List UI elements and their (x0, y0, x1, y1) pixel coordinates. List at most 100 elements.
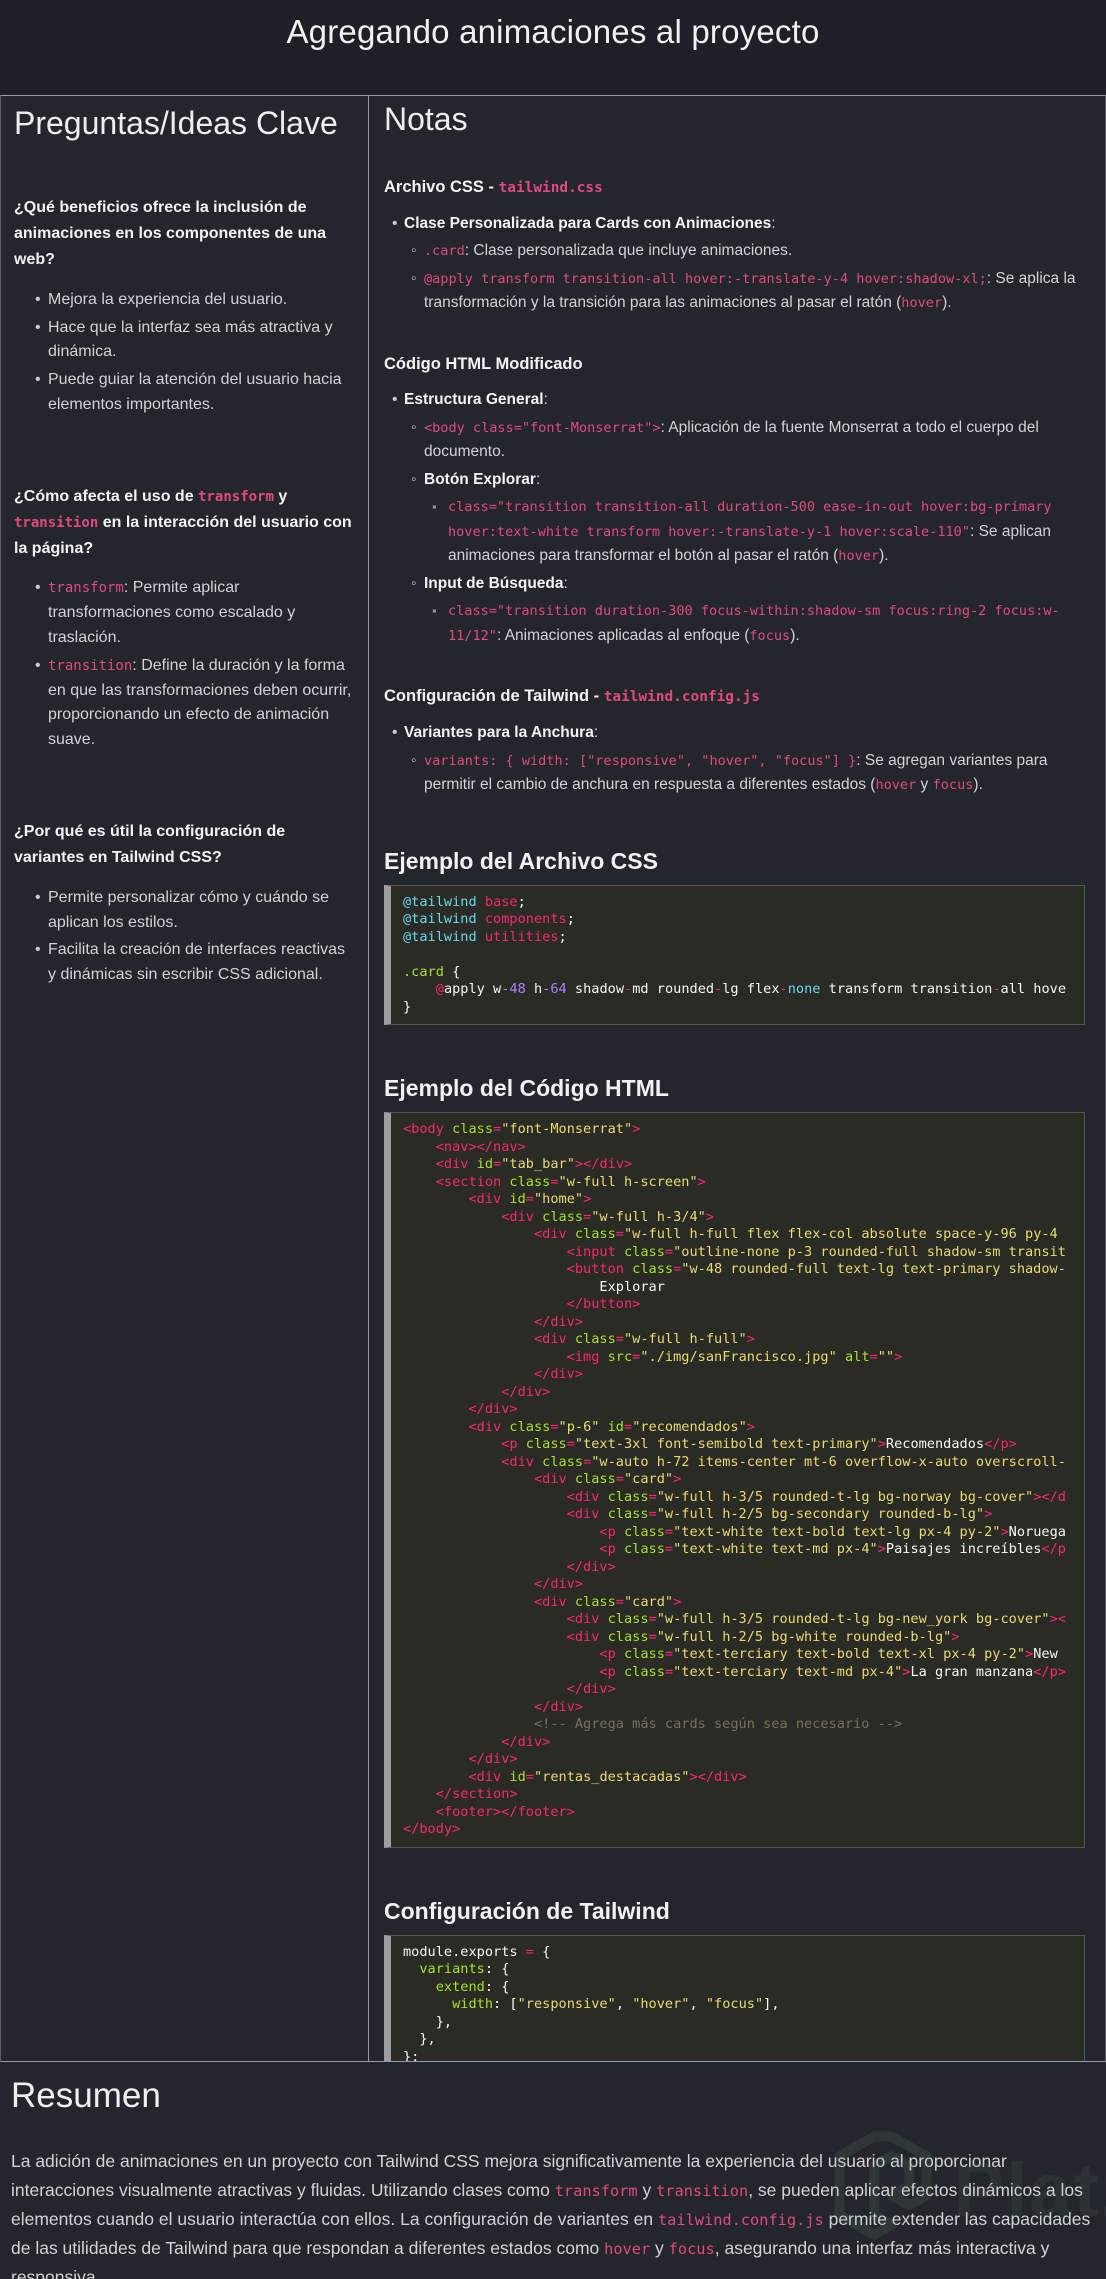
list-item: @apply transform transition-all hover:-t… (384, 267, 1091, 316)
question-title: ¿Qué beneficios ofrece la inclusión de a… (14, 195, 356, 273)
text-run: ). (973, 776, 983, 794)
answer-list: Permite personalizar cómo y cuándo se ap… (14, 886, 356, 988)
notes-heading: Notas (384, 101, 468, 137)
text-run: y (637, 2180, 657, 2201)
inline-code: tailwind.config.js (657, 2211, 824, 2230)
answer-list: transform: Permite aplicar transformacio… (14, 576, 356, 753)
inline-code: focus (932, 777, 974, 794)
text-run: : (535, 470, 541, 488)
note-subheading: Código HTML Modificado (384, 352, 1091, 377)
summary-paragraph: La adición de animaciones en un proyecto… (11, 2147, 1095, 2279)
text-run: Hace que la interfaz sea más atractiva y… (48, 318, 333, 361)
cornell-notes-page: Agregando animaciones al proyecto Pregun… (0, 0, 1106, 2279)
list-item: Puede guiar la atención del usuario haci… (14, 368, 356, 418)
inline-code: transform (48, 580, 124, 597)
text-run: y (650, 2238, 669, 2259)
text-run: Código HTML Modificado (384, 354, 583, 373)
text-run: Facilita la creación de interfaces react… (48, 941, 346, 984)
note-subheading: Configuración de Tailwind - tailwind.con… (384, 684, 1091, 709)
bullet-list: Variantes para la Anchura: variants: { wi… (384, 721, 1091, 797)
inline-code: hover (875, 777, 917, 794)
text-run: Mejora la experiencia del usuario. (48, 290, 288, 308)
list-item: Input de Búsqueda: (384, 572, 1091, 597)
inline-code: <body class="font-Monserrat"> (424, 419, 661, 436)
inline-code: hover (838, 548, 880, 565)
list-item: Facilita la creación de interfaces react… (14, 938, 356, 988)
example-heading: Ejemplo del Archivo CSS (384, 847, 658, 874)
inline-code: focus (749, 627, 791, 644)
inline-code: tailwind.css (498, 180, 603, 197)
text-run: Input de Búsqueda (424, 574, 564, 592)
text-run: ). (879, 547, 889, 565)
text-run: : (771, 214, 776, 232)
inline-code: hover (604, 2240, 651, 2259)
text-run: Botón Explorar (424, 470, 536, 488)
list-item: Clase Personalizada para Cards con Anima… (384, 212, 1091, 237)
list-item: class="transition transition-all duratio… (384, 495, 1091, 568)
inline-code: transform (554, 2182, 638, 2201)
list-item: transform: Permite aplicar transformacio… (14, 576, 356, 650)
list-item: Hace que la interfaz sea más atractiva y… (14, 316, 356, 366)
text-run: ¿Por qué es útil la configuración de var… (14, 823, 286, 866)
text-run: Clase Personalizada para Cards con Anima… (404, 214, 772, 232)
page-header: Agregando animaciones al proyecto (0, 0, 1106, 95)
inline-code: transition (14, 514, 99, 531)
notes-column: Notas Archivo CSS - tailwind.css Clase Pe… (369, 96, 1105, 2061)
text-run: Puede guiar la atención del usuario haci… (48, 371, 342, 413)
list-item: Permite personalizar cómo y cuándo se ap… (14, 886, 356, 936)
text-run: Archivo CSS - (384, 178, 499, 197)
text-run: y (916, 776, 933, 794)
inline-code: variants: { width: ["responsive", "hover… (424, 752, 857, 769)
text-run: ¿Cómo afecta el uso de (14, 487, 199, 505)
question-title: ¿Cómo afecta el uso de transform y trans… (14, 484, 356, 562)
list-item: Variantes para la Anchura: (384, 721, 1091, 746)
text-run: Variantes para la Anchura (404, 724, 594, 742)
code-block-css: @tailwind base; @tailwind components; @t… (384, 884, 1085, 1026)
notes-table: Preguntas/Ideas Clave ¿Qué beneficios of… (0, 95, 1106, 2062)
list-item: .card: Clase personalizada que incluye a… (384, 239, 1091, 264)
answer-list: Mejora la experiencia del usuario. Hace q… (14, 288, 356, 418)
notes-content: Archivo CSS - tailwind.css Clase Personal… (384, 175, 1091, 2061)
inline-code: class="transition transition-all duratio… (448, 499, 1052, 540)
note-subheading: Archivo CSS - tailwind.css (384, 175, 1091, 200)
inline-code: focus (668, 2240, 715, 2259)
text-run: : (543, 391, 548, 409)
summary-section: Resumen La adición de animaciones en un … (0, 2062, 1106, 2279)
example-heading: Ejemplo del Código HTML (384, 1075, 669, 1102)
inline-code: transition (656, 2182, 749, 2201)
question-title: ¿Por qué es útil la configuración de var… (14, 819, 356, 871)
inline-code: transform (198, 488, 274, 505)
bullet-list: Clase Personalizada para Cards con Anima… (384, 212, 1091, 316)
inline-code: tailwind.config.js (603, 689, 760, 706)
list-item: class="transition duration-300 focus-wit… (384, 599, 1091, 648)
code-block-config: module.exports = { variants: { extend: {… (384, 1934, 1085, 2061)
question-group: ¿Por qué es útil la configuración de var… (14, 819, 356, 988)
inline-code: .card (424, 243, 465, 260)
text-run: : Clase personalizada que incluye animac… (464, 242, 793, 260)
bullet-list: Estructura General: <body class="font-Mon… (384, 388, 1091, 648)
questions-list: ¿Qué beneficios ofrece la inclusión de a… (14, 195, 356, 988)
question-group: ¿Qué beneficios ofrece la inclusión de a… (14, 195, 356, 418)
inline-code: @apply transform transition-all hover:-t… (424, 270, 987, 287)
list-item: Botón Explorar: (384, 468, 1091, 493)
list-item: variants: { width: ["responsive", "hover… (384, 749, 1091, 798)
list-item: Estructura General: (384, 388, 1091, 413)
inline-code: hover (901, 295, 943, 312)
list-item: Mejora la experiencia del usuario. (14, 288, 356, 313)
text-run: ). (790, 626, 800, 644)
text-run: y (273, 487, 288, 505)
questions-column: Preguntas/Ideas Clave ¿Qué beneficios of… (1, 96, 369, 2061)
text-run: ). (942, 294, 952, 312)
text-run: Permite personalizar cómo y cuándo se ap… (48, 888, 330, 931)
question-group: ¿Cómo afecta el uso de transform y trans… (14, 484, 356, 753)
questions-heading: Preguntas/Ideas Clave (14, 105, 338, 141)
text-run: ¿Qué beneficios ofrece la inclusión de a… (14, 199, 327, 268)
text-run: : (563, 574, 568, 592)
list-item: <body class="font-Monserrat">: Aplicació… (384, 416, 1091, 465)
code-block-html: <body class="font-Monserrat"> <nav></nav… (384, 1112, 1085, 1848)
page-title: Agregando animaciones al proyecto (286, 13, 820, 50)
text-run: Configuración de Tailwind - (384, 687, 604, 706)
text-run: : Animaciones aplicadas al enfoque ( (496, 626, 750, 644)
summary-heading: Resumen (11, 2076, 161, 2115)
list-item: transition: Define la duración y la form… (14, 654, 356, 753)
